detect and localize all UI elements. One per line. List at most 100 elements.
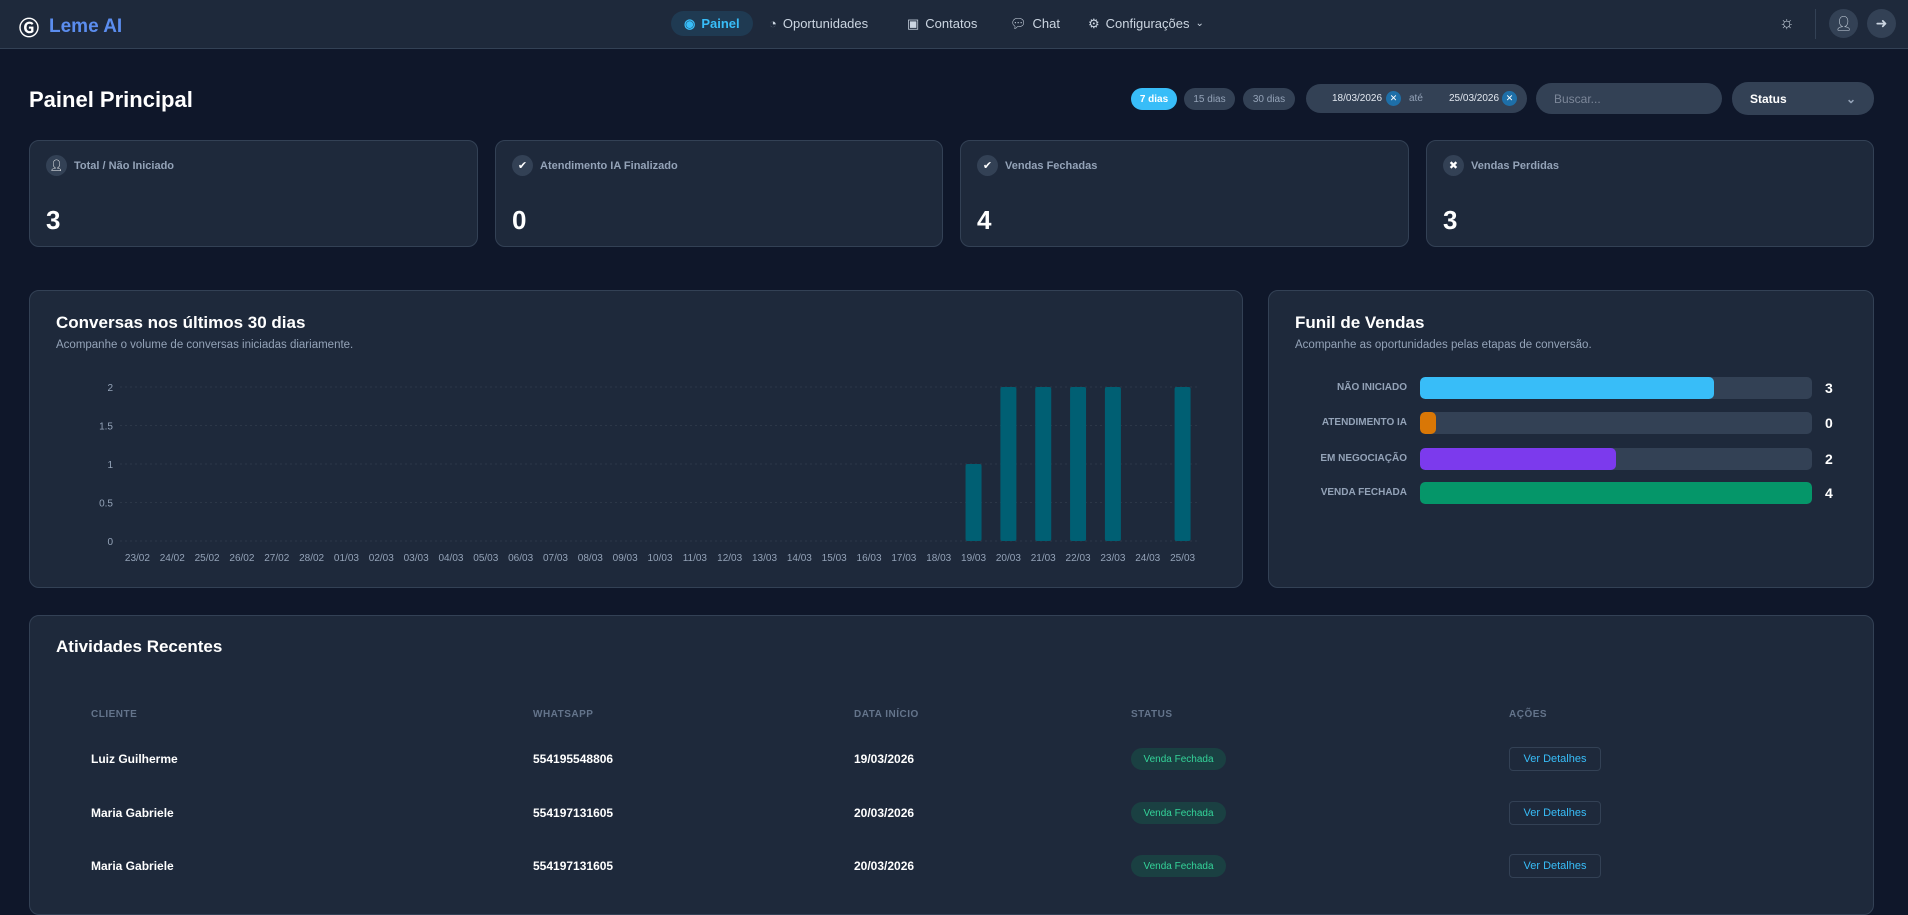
x-tick-label: 23/02 xyxy=(125,553,150,564)
x-tick-label: 28/02 xyxy=(299,553,324,564)
x-circle-icon: ✖ xyxy=(1443,155,1464,176)
pie-chart-icon: ◔ xyxy=(769,16,777,31)
cell-data-inicio: 19/03/2026 xyxy=(854,752,915,766)
funnel-stage-value: 3 xyxy=(1825,380,1833,396)
date-separator: até xyxy=(1409,93,1423,104)
logo-icon: Ⓖ xyxy=(19,18,39,40)
status-badge: Venda Fechada xyxy=(1131,802,1226,824)
x-tick-label: 09/03 xyxy=(613,553,638,564)
bar-25/03[interactable] xyxy=(1174,387,1191,541)
nav-contatos[interactable]: ▣ Contatos xyxy=(894,11,990,36)
stat-value: 0 xyxy=(512,205,527,235)
x-tick-label: 16/03 xyxy=(857,553,882,564)
gear-icon: ⚙ xyxy=(1088,15,1100,31)
view-details-button[interactable]: Ver Detalhes xyxy=(1509,801,1601,825)
cell-data-inicio: 20/03/2026 xyxy=(854,806,915,820)
funnel-bar-track xyxy=(1420,482,1812,504)
cell-cliente: Luiz Guilherme xyxy=(91,752,178,766)
check-circle-icon: ✔ xyxy=(977,155,998,176)
cell-data-inicio: 20/03/2026 xyxy=(854,859,915,873)
stat-card-atendimento: ✔ Atendimento IA Finalizado 0 xyxy=(495,140,943,247)
stat-card-total: 👤︎ Total / Não Iniciado 3 xyxy=(29,140,478,247)
x-tick-label: 17/03 xyxy=(891,553,916,564)
date-from[interactable]: 18/03/2026 xyxy=(1332,93,1382,104)
comments-icon: 💬︎ xyxy=(1010,15,1027,31)
stat-card-vendas-perdidas: ✖ Vendas Perdidas 3 xyxy=(1426,140,1874,247)
date-to[interactable]: 25/03/2026 xyxy=(1449,93,1499,104)
x-tick-label: 26/02 xyxy=(229,553,254,564)
stat-label: Atendimento IA Finalizado xyxy=(540,160,678,172)
x-tick-label: 13/03 xyxy=(752,553,777,564)
stat-value: 4 xyxy=(977,205,992,235)
nav-chat[interactable]: 💬︎ Chat xyxy=(997,11,1073,36)
logout-button[interactable]: ➜ xyxy=(1867,9,1896,38)
view-details-button[interactable]: Ver Detalhes xyxy=(1509,747,1601,771)
funnel-title: Funil de Vendas xyxy=(1295,313,1425,332)
funnel-stage-label: VENDA FECHADA xyxy=(1320,487,1407,498)
x-tick-label: 07/03 xyxy=(543,553,568,564)
range-30-days[interactable]: 30 dias xyxy=(1243,88,1295,110)
status-select[interactable]: Status ⌄ xyxy=(1732,82,1874,115)
table-header: AÇÕES xyxy=(1509,709,1548,720)
bar-22/03[interactable] xyxy=(1070,387,1087,541)
user-icon: 👤︎ xyxy=(1834,15,1853,31)
nav-configuracoes[interactable]: ⚙ Configurações ⌄ xyxy=(1075,11,1217,36)
sales-funnel-panel: Funil de Vendas Acompanhe as oportunidad… xyxy=(1268,290,1874,588)
view-details-button[interactable]: Ver Detalhes xyxy=(1509,854,1601,878)
y-tick-label: 1.5 xyxy=(99,422,113,433)
search-input[interactable] xyxy=(1536,83,1722,114)
bar-19/03[interactable] xyxy=(965,464,982,541)
x-tick-label: 24/03 xyxy=(1135,553,1160,564)
table-header: CLIENTE xyxy=(91,709,138,720)
range-7-days[interactable]: 7 dias xyxy=(1131,88,1177,110)
x-tick-label: 25/03 xyxy=(1170,553,1195,564)
cell-whatsapp: 554197131605 xyxy=(533,859,614,873)
funnel-stage-value: 4 xyxy=(1825,485,1833,501)
x-tick-label: 05/03 xyxy=(473,553,498,564)
stat-value: 3 xyxy=(1443,205,1458,235)
funnel-bar-fill xyxy=(1420,482,1812,504)
cell-cliente: Maria Gabriele xyxy=(91,806,174,820)
bar-21/03[interactable] xyxy=(1035,387,1052,541)
bar-23/03[interactable] xyxy=(1104,387,1121,541)
stat-value: 3 xyxy=(46,205,61,235)
x-tick-label: 24/02 xyxy=(160,553,185,564)
logout-icon: ➜ xyxy=(1875,15,1888,31)
funnel-stage-value: 2 xyxy=(1825,451,1833,467)
theme-toggle-icon[interactable]: ☼ xyxy=(1779,13,1795,33)
stat-card-vendas-fechadas: ✔ Vendas Fechadas 4 xyxy=(960,140,1409,247)
funnel-stage-value: 0 xyxy=(1825,415,1833,431)
x-tick-label: 08/03 xyxy=(578,553,603,564)
user-profile-button[interactable]: 👤︎ xyxy=(1829,9,1858,38)
conversations-chart-panel: Conversas nos últimos 30 dias Acompanhe … xyxy=(29,290,1243,588)
clear-date-from-icon[interactable]: ✕ xyxy=(1386,91,1401,106)
funnel-bar-fill xyxy=(1420,377,1714,399)
x-tick-label: 01/03 xyxy=(334,553,359,564)
y-tick-label: 1 xyxy=(107,460,113,471)
x-tick-label: 11/03 xyxy=(683,553,708,564)
y-tick-label: 0.5 xyxy=(99,499,113,510)
x-tick-label: 03/03 xyxy=(404,553,429,564)
brand-logo[interactable]: Ⓖ Leme AI xyxy=(19,12,122,41)
clear-date-to-icon[interactable]: ✕ xyxy=(1502,91,1517,106)
range-15-days[interactable]: 15 dias xyxy=(1184,88,1235,110)
table-header: WHATSAPP xyxy=(533,709,594,720)
stat-label: Vendas Fechadas xyxy=(1005,160,1098,172)
funnel-bar-track xyxy=(1420,377,1812,399)
nav-oportunidades[interactable]: ◔ Oportunidades xyxy=(756,11,881,36)
gauge-icon: ◉ xyxy=(684,15,696,31)
funnel-bar-fill xyxy=(1420,412,1436,434)
stat-label: Total / Não Iniciado xyxy=(74,160,175,172)
nav-painel[interactable]: ◉ Painel xyxy=(671,11,753,36)
x-tick-label: 27/02 xyxy=(264,553,289,564)
date-range-picker: 18/03/2026 ✕ até 25/03/2026 ✕ xyxy=(1306,84,1527,113)
x-tick-label: 06/03 xyxy=(508,553,533,564)
funnel-bar-fill xyxy=(1420,448,1616,470)
recent-title: Atividades Recentes xyxy=(56,637,223,656)
x-tick-label: 02/03 xyxy=(369,553,394,564)
x-tick-label: 21/03 xyxy=(1031,553,1056,564)
bar-20/03[interactable] xyxy=(1000,387,1017,541)
bar-chart: 0 0.5 1 1.5 2 23/02 24/02 25/02 26/02 27/02 28/02 0… xyxy=(99,383,1200,564)
brand-name: Leme AI xyxy=(49,15,123,37)
stat-label: Vendas Perdidas xyxy=(1471,160,1560,172)
